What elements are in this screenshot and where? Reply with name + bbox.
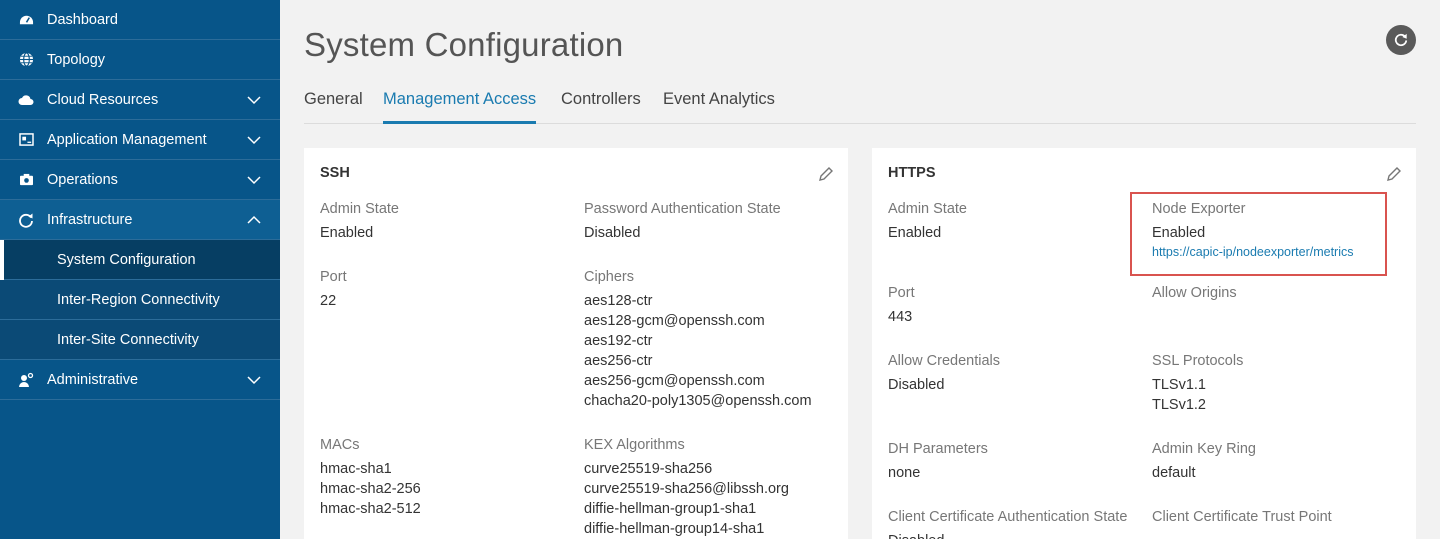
refresh-icon bbox=[1394, 33, 1408, 47]
sidebar-item-application-management[interactable]: Application Management bbox=[0, 120, 280, 160]
sidebar-item-cloud-resources[interactable]: Cloud Resources bbox=[0, 80, 280, 120]
sidebar-subitem-label: System Configuration bbox=[57, 251, 196, 268]
sidebar-item-label: Cloud Resources bbox=[47, 91, 159, 108]
port-label: Port bbox=[888, 285, 915, 301]
password-auth-value: Disabled bbox=[584, 225, 641, 241]
cipher-value: aes128-ctr bbox=[584, 293, 653, 309]
admin-state-label: Admin State bbox=[888, 201, 967, 217]
macs-label: MACs bbox=[320, 437, 360, 453]
password-auth-label: Password Authentication State bbox=[584, 201, 781, 217]
admin-state-label: Admin State bbox=[320, 201, 399, 217]
refresh-circle-icon bbox=[18, 212, 34, 228]
kex-value: curve25519-sha256 bbox=[584, 461, 713, 477]
mac-value: hmac-sha2-512 bbox=[320, 501, 421, 517]
highlight-box bbox=[1130, 192, 1387, 276]
cipher-value: aes256-ctr bbox=[584, 353, 653, 369]
cloud-icon bbox=[18, 92, 34, 108]
allow-credentials-label: Allow Credentials bbox=[888, 353, 1001, 369]
camera-icon bbox=[18, 172, 34, 188]
sidebar-item-dashboard[interactable]: Dashboard bbox=[0, 0, 280, 40]
sidebar-item-label: Administrative bbox=[47, 371, 139, 388]
dh-parameters-value: none bbox=[888, 465, 921, 481]
port-value: 443 bbox=[888, 309, 913, 325]
cipher-value: aes256-gcm@openssh.com bbox=[584, 373, 765, 389]
ssl-protocols-label: SSL Protocols bbox=[1152, 353, 1244, 369]
tab-controllers[interactable]: Controllers bbox=[561, 90, 641, 121]
sidebar-subitem-system-configuration[interactable]: System Configuration bbox=[0, 240, 280, 280]
chevron-up-icon[interactable] bbox=[246, 212, 262, 228]
ssl-protocol-value: TLSv1.2 bbox=[1152, 397, 1206, 413]
ciphers-label: Ciphers bbox=[584, 269, 634, 285]
sidebar-item-label: Infrastructure bbox=[47, 211, 133, 228]
sidebar-item-topology[interactable]: Topology bbox=[0, 40, 280, 80]
client-cert-trust-label: Client Certificate Trust Point bbox=[1152, 509, 1332, 525]
card-title: SSH bbox=[320, 165, 350, 181]
kex-value: curve25519-sha256@libssh.org bbox=[584, 481, 789, 497]
admin-key-ring-label: Admin Key Ring bbox=[1152, 441, 1256, 457]
sidebar-subitem-label: Inter-Region Connectivity bbox=[57, 291, 220, 308]
dashboard-icon bbox=[18, 12, 34, 28]
pencil-icon[interactable] bbox=[1386, 166, 1402, 182]
card-title: HTTPS bbox=[888, 165, 936, 181]
mac-value: hmac-sha1 bbox=[320, 461, 392, 477]
sidebar-item-label: Operations bbox=[47, 171, 118, 188]
kex-value: diffie-hellman-group1-sha1 bbox=[584, 501, 757, 517]
kex-label: KEX Algorithms bbox=[584, 437, 685, 453]
tab-event-analytics[interactable]: Event Analytics bbox=[663, 90, 775, 121]
chevron-down-icon[interactable] bbox=[246, 132, 262, 148]
cipher-value: aes128-gcm@openssh.com bbox=[584, 313, 765, 329]
sidebar-item-label: Dashboard bbox=[47, 11, 118, 28]
mac-value: hmac-sha2-256 bbox=[320, 481, 421, 497]
chevron-down-icon[interactable] bbox=[246, 92, 262, 108]
tab-management-access[interactable]: Management Access bbox=[383, 90, 537, 124]
allow-origins-label: Allow Origins bbox=[1152, 285, 1237, 301]
page-title: System Configuration bbox=[304, 26, 624, 63]
allow-credentials-value: Disabled bbox=[888, 377, 945, 393]
tab-general[interactable]: General bbox=[304, 90, 363, 121]
admin-key-ring-value: default bbox=[1152, 465, 1196, 481]
kex-value: diffie-hellman-group14-sha1 bbox=[584, 521, 765, 537]
sidebar-item-label: Application Management bbox=[47, 131, 207, 148]
sidebar-item-label: Topology bbox=[47, 51, 106, 68]
sidebar-item-administrative[interactable]: Administrative bbox=[0, 360, 280, 400]
globe-icon bbox=[18, 52, 34, 68]
sidebar-subitem-label: Inter-Site Connectivity bbox=[57, 331, 199, 348]
cipher-value: aes192-ctr bbox=[584, 333, 653, 349]
ssh-card: SSH Admin State Enabled Password Authent… bbox=[304, 148, 848, 539]
cipher-value: chacha20-poly1305@openssh.com bbox=[584, 393, 812, 409]
sidebar-item-operations[interactable]: Operations bbox=[0, 160, 280, 200]
ssl-protocol-value: TLSv1.1 bbox=[1152, 377, 1206, 393]
tab-bar: General Management Access Controllers Ev… bbox=[304, 78, 1416, 124]
client-cert-auth-value: Disabled bbox=[888, 531, 944, 539]
client-cert-auth-label: Client Certificate Authentication State bbox=[888, 509, 1128, 525]
chevron-down-icon[interactable] bbox=[246, 372, 262, 388]
sidebar-subitem-inter-site-connectivity[interactable]: Inter-Site Connectivity bbox=[0, 320, 280, 360]
sidebar-item-infrastructure[interactable]: Infrastructure bbox=[0, 200, 280, 240]
sidebar-subitem-inter-region-connectivity[interactable]: Inter-Region Connectivity bbox=[0, 280, 280, 320]
sidebar: Dashboard Topology Cloud Resources Appli… bbox=[0, 0, 280, 539]
admin-state-value: Enabled bbox=[888, 225, 942, 241]
pencil-icon[interactable] bbox=[818, 166, 834, 182]
chevron-down-icon[interactable] bbox=[246, 172, 262, 188]
refresh-button[interactable] bbox=[1386, 25, 1416, 55]
dh-parameters-label: DH Parameters bbox=[888, 441, 988, 457]
admin-state-value: Enabled bbox=[320, 225, 374, 241]
window-icon bbox=[18, 132, 34, 148]
port-value: 22 bbox=[320, 293, 337, 309]
port-label: Port bbox=[320, 269, 347, 285]
user-gear-icon bbox=[18, 372, 34, 388]
